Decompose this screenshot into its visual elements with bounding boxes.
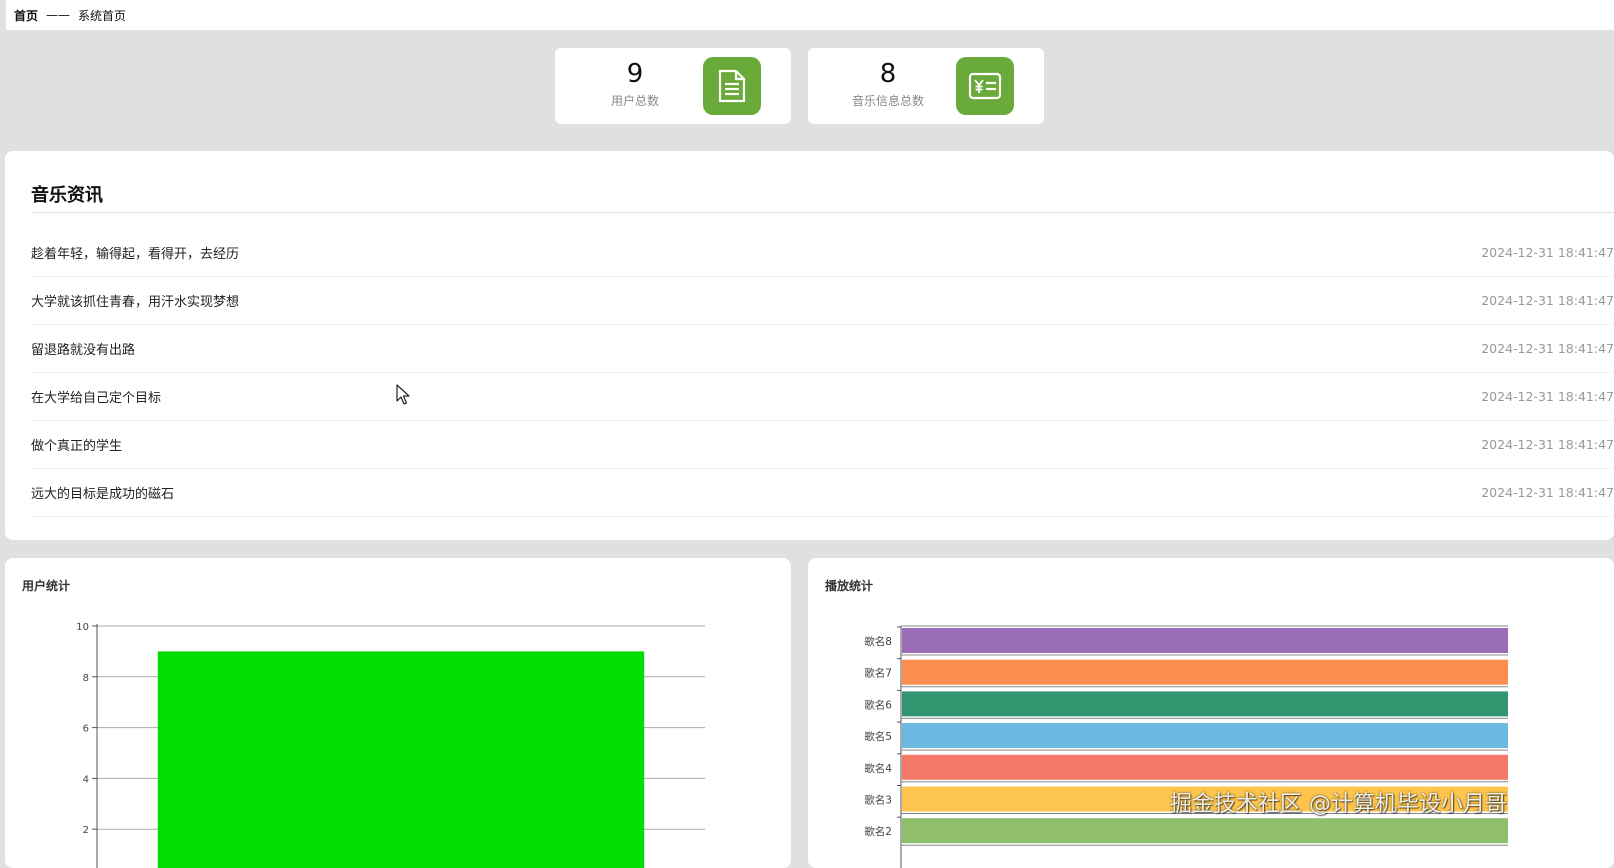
- category-label: 歌名3: [864, 794, 892, 807]
- category-label: 歌名8: [864, 635, 892, 648]
- news-item-title[interactable]: 做个真正的学生: [31, 435, 122, 454]
- news-item-title[interactable]: 留退路就没有出路: [31, 339, 135, 358]
- user-stats-panel: 用户统计 2 4 6 8 10: [5, 558, 791, 868]
- bar: [902, 754, 1508, 780]
- news-item-time: 2024-12-31 18:41:47: [1481, 245, 1614, 260]
- category-label: 歌名5: [864, 730, 892, 743]
- stat-card-users: 9 用户总数: [555, 48, 791, 124]
- news-item[interactable]: 趁着年轻，输得起，看得开，去经历 2024-12-31 18:41:47: [31, 229, 1614, 277]
- bar: [902, 691, 1508, 717]
- bar: [902, 818, 1508, 844]
- document-icon: [703, 57, 761, 115]
- breadcrumb-home[interactable]: 首页: [14, 7, 38, 24]
- news-list: 趁着年轻，输得起，看得开，去经历 2024-12-31 18:41:47 大学就…: [31, 229, 1614, 517]
- news-item-title[interactable]: 在大学给自己定个目标: [31, 387, 161, 406]
- y-tick-label: 8: [83, 673, 89, 684]
- play-stats-chart: 歌名8 歌名7 歌名6 歌名5 歌名4 歌名3 歌名2: [864, 625, 1508, 868]
- y-tick-label: 4: [83, 774, 89, 785]
- y-tick-label: 10: [76, 622, 89, 633]
- user-stats-chart: 2 4 6 8 10: [76, 622, 705, 868]
- news-item[interactable]: 大学就该抓住青春，用汗水实现梦想 2024-12-31 18:41:47: [31, 277, 1614, 325]
- news-title: 音乐资讯: [31, 185, 103, 206]
- news-item[interactable]: 远大的目标是成功的磁石 2024-12-31 18:41:47: [31, 469, 1614, 517]
- stat-label: 音乐信息总数: [851, 94, 924, 108]
- breadcrumb: 首页 —— 系统首页: [6, 0, 1614, 30]
- category-label: 歌名7: [864, 667, 892, 680]
- news-panel: 音乐资讯 趁着年轻，输得起，看得开，去经历 2024-12-31 18:41:4…: [5, 151, 1614, 540]
- stat-value: 9: [626, 59, 644, 89]
- stat-label: 用户总数: [610, 94, 659, 108]
- stat-card-music: 8 音乐信息总数: [808, 48, 1044, 124]
- y-tick-label: 6: [83, 724, 89, 735]
- bar: [902, 628, 1508, 653]
- news-item-time: 2024-12-31 18:41:47: [1481, 485, 1614, 500]
- category-label: 歌名2: [864, 825, 892, 838]
- news-item-title[interactable]: 大学就该抓住青春，用汗水实现梦想: [31, 291, 239, 310]
- news-item-title[interactable]: 远大的目标是成功的磁石: [31, 483, 174, 502]
- breadcrumb-current: 系统首页: [78, 8, 127, 23]
- bar: [902, 659, 1508, 685]
- news-item[interactable]: 在大学给自己定个目标 2024-12-31 18:41:47: [31, 373, 1614, 421]
- category-label: 歌名4: [864, 762, 892, 775]
- divider: [31, 212, 1614, 213]
- news-item-time: 2024-12-31 18:41:47: [1481, 437, 1614, 452]
- breadcrumb-separator: ——: [46, 8, 71, 22]
- news-item-time: 2024-12-31 18:41:47: [1481, 389, 1614, 404]
- bar: [902, 723, 1508, 749]
- bar: [157, 651, 645, 868]
- category-label: 歌名6: [864, 698, 892, 711]
- news-item[interactable]: 留退路就没有出路 2024-12-31 18:41:47: [31, 325, 1614, 373]
- yen-receipt-icon: [956, 57, 1014, 115]
- news-item-time: 2024-12-31 18:41:47: [1481, 293, 1614, 308]
- news-item-time: 2024-12-31 18:41:47: [1481, 341, 1614, 356]
- news-item[interactable]: 做个真正的学生 2024-12-31 18:41:47: [31, 421, 1614, 469]
- y-tick-label: 2: [83, 825, 89, 836]
- play-stats-panel: 播放统计 歌名8 歌名7 歌名6 歌名5 歌名4 歌名3 歌名2: [808, 558, 1614, 868]
- mouse-pointer-icon: [396, 384, 412, 410]
- watermark: 掘金技术社区 @计算机毕设小月哥: [1170, 792, 1507, 817]
- news-item-title[interactable]: 趁着年轻，输得起，看得开，去经历: [31, 243, 239, 262]
- stat-value: 8: [879, 59, 897, 89]
